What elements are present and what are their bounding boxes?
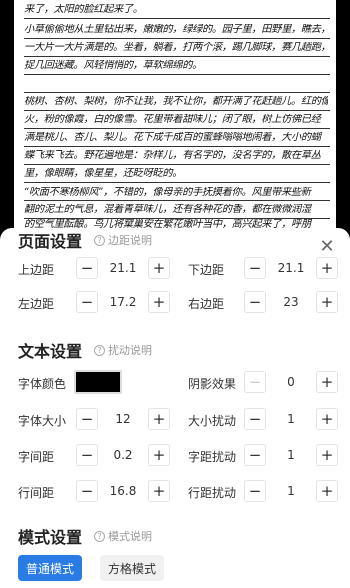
bottom-margin-value[interactable]: 21.1 <box>266 261 316 275</box>
font-size-label: 字体大小 <box>18 414 67 428</box>
minus-icon[interactable]: − <box>76 480 98 502</box>
mode-settings-title: 模式设置 <box>18 528 83 547</box>
ruled-line <box>24 182 330 183</box>
shadow-value[interactable]: 0 <box>266 375 316 389</box>
right-margin-value[interactable]: 23 <box>266 295 316 309</box>
right-margin-label: 右边距 <box>188 297 225 311</box>
plus-icon[interactable]: + <box>148 408 170 430</box>
ruled-line <box>24 18 330 19</box>
page-settings-title: 页面设置 <box>18 232 83 251</box>
line-jitter-value[interactable]: 1 <box>266 484 316 498</box>
preview-paper: 来了，太阳的脸红起来了。 小草偷偷地从土里钻出来，嫩嫩的，绿绿的。园子里，田野里… <box>14 0 336 230</box>
jitter-help-label: 扰动说明 <box>108 344 152 357</box>
shadow-label: 阴影效果 <box>188 377 237 391</box>
ruled-line <box>24 38 330 39</box>
question-circle-icon: ? <box>94 530 105 542</box>
mode-help-link[interactable]: ? 模式说明 <box>94 528 152 544</box>
ruled-line <box>24 92 330 93</box>
size-jitter-label: 大小扰动 <box>188 414 237 428</box>
ruled-line <box>24 146 330 147</box>
question-circle-icon: ? <box>94 234 105 246</box>
plus-icon[interactable]: + <box>316 257 338 279</box>
left-margin-value[interactable]: 17.2 <box>98 295 148 309</box>
preview-line: 桃树、杏树、梨树，你不让我，我不让你，都开满了花赶趟儿。红的像 <box>24 96 328 107</box>
preview-line: 蝶飞来飞去。野花遍地是：杂样儿，有名字的，没名字的，散在草丛 <box>24 150 321 161</box>
line-jitter-stepper: − 1 + <box>244 479 338 503</box>
top-margin-value[interactable]: 21.1 <box>98 261 148 275</box>
preview-line: 捉几回迷藏。风轻悄悄的，草软绵绵的。 <box>24 60 202 71</box>
mode-help-label: 模式说明 <box>108 530 152 543</box>
char-jitter-label: 字距扰动 <box>188 450 237 464</box>
bottom-margin-label: 下边距 <box>188 263 225 277</box>
question-circle-icon: ? <box>94 344 105 356</box>
preview-line: 火，粉的像霞，白的像雪。花里带着甜味儿；闭了眼，树上仿佛已经 <box>24 114 321 125</box>
bottom-margin-stepper: − 21.1 + <box>244 256 338 280</box>
preview-line: “吹面不寒杨柳风”，不错的，像母亲的手抚摸着你。风里带来些新 <box>24 187 311 198</box>
ruled-line <box>24 128 330 129</box>
minus-icon[interactable]: − <box>76 408 98 430</box>
char-jitter-stepper: − 1 + <box>244 443 338 467</box>
font-color-label: 字体颜色 <box>18 377 67 391</box>
font-size-value[interactable]: 12 <box>98 412 148 426</box>
size-jitter-value[interactable]: 1 <box>266 412 316 426</box>
plus-icon[interactable]: + <box>316 444 338 466</box>
minus-icon[interactable]: − <box>244 257 266 279</box>
ruled-line <box>24 56 330 57</box>
normal-mode-button[interactable]: 普通模式 <box>18 555 82 581</box>
top-margin-label: 上边距 <box>18 263 55 277</box>
line-spacing-stepper: − 16.8 + <box>76 479 170 503</box>
font-color-swatch[interactable] <box>74 370 122 394</box>
minus-icon[interactable]: − <box>244 371 266 393</box>
ruled-line <box>24 74 330 75</box>
size-jitter-stepper: − 1 + <box>244 407 338 431</box>
minus-icon[interactable]: − <box>76 257 98 279</box>
minus-icon[interactable]: − <box>244 480 266 502</box>
right-margin-stepper: − 23 + <box>244 290 338 314</box>
char-spacing-value[interactable]: 0.2 <box>98 448 148 462</box>
minus-icon[interactable]: − <box>244 444 266 466</box>
grid-mode-button[interactable]: 方格模式 <box>100 555 164 581</box>
plus-icon[interactable]: + <box>316 408 338 430</box>
plus-icon[interactable]: + <box>316 371 338 393</box>
close-icon[interactable]: ✕ <box>318 238 336 256</box>
preview-line: 满是桃儿、杏儿、梨儿。花下成千成百的蜜蜂嗡嗡地闹着，大小的蝴 <box>24 132 321 143</box>
plus-icon[interactable]: + <box>316 291 338 313</box>
minus-icon[interactable]: − <box>76 444 98 466</box>
minus-icon[interactable]: − <box>244 408 266 430</box>
preview-line: 小草偷偷地从土里钻出来，嫩嫩的，绿绿的。园子里，田野里，瞧去， <box>24 24 328 35</box>
minus-icon[interactable]: − <box>244 291 266 313</box>
jitter-help-link[interactable]: ? 扰动说明 <box>94 342 152 358</box>
preview-line: 翻的泥土的气息，混着青草味儿，还有各种花的香，都在微微润湿 <box>24 204 311 215</box>
settings-sheet: ✕ 页面设置 ? 边距说明 上边距 − 21.1 + 下边距 − 21.1 + … <box>0 228 350 588</box>
text-settings-title: 文本设置 <box>18 342 83 361</box>
char-jitter-value[interactable]: 1 <box>266 448 316 462</box>
shadow-stepper: − 0 + <box>244 370 338 394</box>
line-jitter-label: 行距扰动 <box>188 486 237 500</box>
ruled-line <box>24 164 330 165</box>
plus-icon[interactable]: + <box>148 480 170 502</box>
plus-icon[interactable]: + <box>316 480 338 502</box>
ruled-line <box>24 200 330 201</box>
plus-icon[interactable]: + <box>148 257 170 279</box>
line-spacing-label: 行间距 <box>18 486 55 500</box>
minus-icon[interactable]: − <box>76 291 98 313</box>
ruled-line <box>24 110 330 111</box>
margin-help-link[interactable]: ? 边距说明 <box>94 232 152 248</box>
margin-help-label: 边距说明 <box>108 234 152 247</box>
plus-icon[interactable]: + <box>148 291 170 313</box>
left-margin-label: 左边距 <box>18 297 55 311</box>
top-margin-stepper: − 21.1 + <box>76 256 170 280</box>
font-size-stepper: − 12 + <box>76 407 170 431</box>
char-spacing-stepper: − 0.2 + <box>76 443 170 467</box>
preview-line: 来了，太阳的脸红起来了。 <box>24 4 143 15</box>
left-margin-stepper: − 17.2 + <box>76 290 170 314</box>
preview-line: 里，像眼睛，像星星，还眨呀眨的。 <box>24 168 183 179</box>
handwriting-preview: 来了，太阳的脸红起来了。 小草偷偷地从土里钻出来，嫩嫩的，绿绿的。园子里，田野里… <box>0 0 350 230</box>
line-spacing-value[interactable]: 16.8 <box>98 484 148 498</box>
char-spacing-label: 字间距 <box>18 450 55 464</box>
preview-line: 一大片一大片满是的。坐着，躺着，打两个滚，踢几脚球，赛几趟跑， <box>24 42 328 53</box>
plus-icon[interactable]: + <box>148 444 170 466</box>
